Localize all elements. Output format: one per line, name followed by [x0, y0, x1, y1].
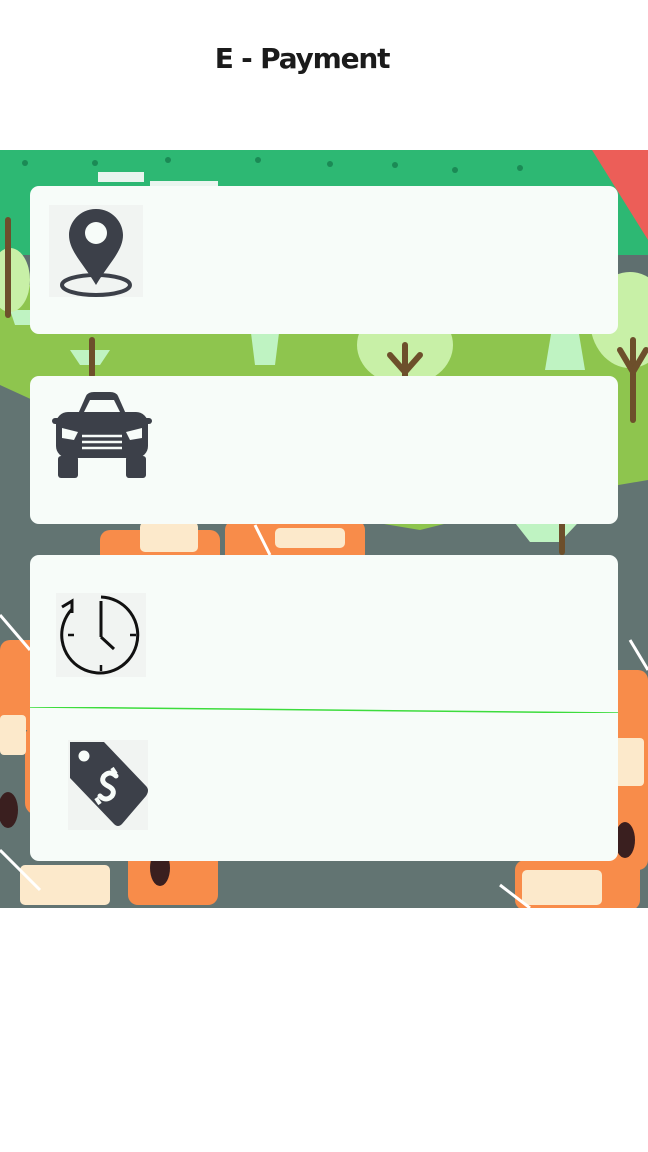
history-price-card[interactable] [30, 555, 618, 861]
car-icon [52, 378, 152, 487]
divider-line [30, 707, 618, 713]
location-card[interactable] [30, 186, 618, 334]
location-pin-icon [49, 205, 143, 302]
clock-history-icon [56, 593, 146, 682]
price-tag-icon [68, 740, 148, 835]
page-title: E - Payment [214, 42, 391, 75]
vehicle-card[interactable] [30, 376, 618, 524]
